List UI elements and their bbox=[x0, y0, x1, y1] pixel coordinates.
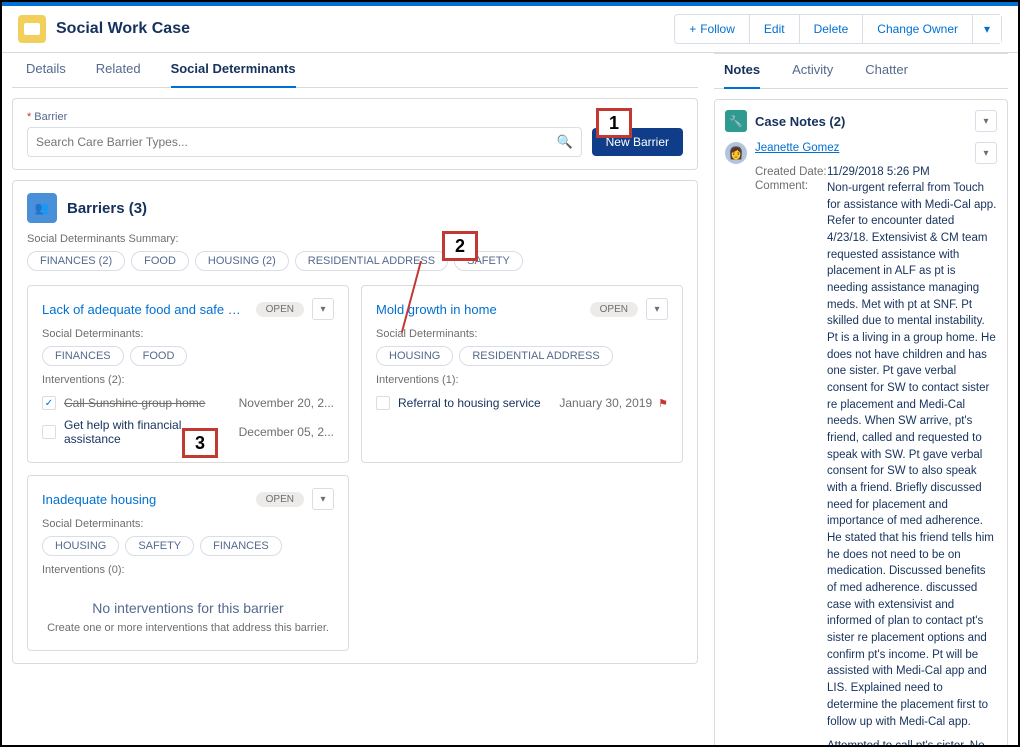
intervention-checkbox[interactable] bbox=[42, 396, 56, 410]
barrier-card: Mold growth in home OPEN Social Determin… bbox=[361, 285, 683, 463]
notes-icon: 🔧 bbox=[725, 110, 747, 132]
note-menu-button[interactable] bbox=[975, 142, 997, 164]
status-badge: OPEN bbox=[256, 302, 304, 317]
determinant-pill[interactable]: HOUSING bbox=[376, 346, 453, 366]
edit-button[interactable]: Edit bbox=[750, 15, 800, 43]
side-tab-notes[interactable]: Notes bbox=[724, 62, 760, 89]
case-note-item: 👩 Jeanette Gomez Created Date: 11/29/201… bbox=[725, 142, 997, 747]
intervention-checkbox[interactable] bbox=[376, 396, 390, 410]
intervention-checkbox[interactable] bbox=[42, 425, 56, 439]
determinant-pill[interactable]: FINANCES bbox=[200, 536, 282, 556]
record-header: Social Work Case +Follow Edit Delete Cha… bbox=[2, 6, 1018, 53]
summary-pill[interactable]: FOOD bbox=[131, 251, 189, 271]
intervention-row: Call Sunshine group home November 20, 2.… bbox=[42, 392, 334, 414]
barrier-card: Inadequate housing OPEN Social Determina… bbox=[27, 475, 349, 651]
barrier-menu-button[interactable] bbox=[312, 488, 334, 510]
summary-pill[interactable]: RESIDENTIAL ADDRESS bbox=[295, 251, 448, 271]
follow-button[interactable]: +Follow bbox=[675, 15, 750, 43]
intervention-date: December 05, 2... bbox=[239, 425, 334, 439]
created-date-value: 11/29/2018 5:26 PM bbox=[827, 166, 930, 178]
comment-text: Non-urgent referral from Touch for assis… bbox=[827, 180, 997, 747]
created-date-label: Created Date: bbox=[755, 166, 827, 178]
status-badge: OPEN bbox=[590, 302, 638, 317]
barrier-menu-button[interactable] bbox=[312, 298, 334, 320]
determinant-pill[interactable]: HOUSING bbox=[42, 536, 119, 556]
more-actions-button[interactable]: ▾ bbox=[973, 15, 1001, 43]
barrier-title-link[interactable]: Inadequate housing bbox=[42, 492, 248, 507]
side-tabs: Notes Activity Chatter bbox=[714, 53, 1008, 89]
tab-social-determinants[interactable]: Social Determinants bbox=[171, 61, 296, 88]
intervention-text: Referral to housing service bbox=[398, 396, 559, 410]
comment-label: Comment: bbox=[755, 180, 827, 747]
determinants-label: Social Determinants: bbox=[42, 518, 334, 530]
barrier-title-link[interactable]: Lack of adequate food and safe drinking … bbox=[42, 302, 248, 317]
no-interventions-title: No interventions for this barrier bbox=[42, 600, 334, 616]
header-actions: +Follow Edit Delete Change Owner ▾ bbox=[674, 14, 1002, 44]
summary-pills: FINANCES (2) FOOD HOUSING (2) RESIDENTIA… bbox=[27, 251, 683, 271]
status-badge: OPEN bbox=[256, 492, 304, 507]
intervention-text: Call Sunshine group home bbox=[64, 396, 239, 410]
barrier-label: *Barrier bbox=[27, 111, 683, 123]
side-tab-activity[interactable]: Activity bbox=[792, 62, 833, 88]
annotation-callout-2: 2 bbox=[442, 231, 478, 261]
delete-button[interactable]: Delete bbox=[800, 15, 864, 43]
search-icon: 🔍 bbox=[556, 134, 572, 150]
barriers-heading: Barriers (3) bbox=[67, 200, 147, 217]
case-notes-title: Case Notes (2) bbox=[755, 114, 967, 129]
main-tabs: Details Related Social Determinants bbox=[12, 53, 698, 88]
note-author-link[interactable]: Jeanette Gomez bbox=[755, 142, 839, 154]
barrier-search-box[interactable]: 🔍 bbox=[27, 127, 582, 157]
barriers-icon: 👥 bbox=[27, 193, 57, 223]
avatar-icon: 👩 bbox=[725, 142, 747, 164]
case-notes-card: 🔧 Case Notes (2) 👩 Jeanette Gomez Create… bbox=[714, 99, 1008, 747]
tab-related[interactable]: Related bbox=[96, 61, 141, 87]
flag-icon: ⚑ bbox=[658, 397, 668, 410]
determinant-pill[interactable]: SAFETY bbox=[125, 536, 194, 556]
intervention-date: November 20, 2... bbox=[239, 396, 334, 410]
no-interventions-sub: Create one or more interventions that ad… bbox=[42, 622, 334, 634]
summary-pill[interactable]: FINANCES (2) bbox=[27, 251, 125, 271]
barrier-search-input[interactable] bbox=[36, 135, 556, 149]
side-tab-chatter[interactable]: Chatter bbox=[865, 62, 908, 88]
determinants-label: Social Determinants: bbox=[42, 328, 334, 340]
page-title: Social Work Case bbox=[56, 20, 190, 38]
interventions-label: Interventions (2): bbox=[42, 374, 334, 386]
intervention-row: Referral to housing service January 30, … bbox=[376, 392, 668, 414]
interventions-label: Interventions (0): bbox=[42, 564, 334, 576]
determinants-label: Social Determinants: bbox=[376, 328, 668, 340]
record-type-icon bbox=[18, 15, 46, 43]
intervention-date: January 30, 2019 bbox=[559, 396, 652, 410]
barriers-card: 👥 Barriers (3) Social Determinants Summa… bbox=[12, 180, 698, 664]
interventions-label: Interventions (1): bbox=[376, 374, 668, 386]
barrier-menu-button[interactable] bbox=[646, 298, 668, 320]
change-owner-button[interactable]: Change Owner bbox=[863, 15, 973, 43]
notes-menu-button[interactable] bbox=[975, 110, 997, 132]
determinant-pill[interactable]: RESIDENTIAL ADDRESS bbox=[459, 346, 612, 366]
annotation-callout-3: 3 bbox=[182, 428, 218, 458]
determinant-pill[interactable]: FOOD bbox=[130, 346, 188, 366]
determinant-pill[interactable]: FINANCES bbox=[42, 346, 124, 366]
summary-pill[interactable]: HOUSING (2) bbox=[195, 251, 289, 271]
annotation-callout-1: 1 bbox=[596, 108, 632, 138]
tab-details[interactable]: Details bbox=[26, 61, 66, 87]
summary-label: Social Determinants Summary: bbox=[27, 233, 683, 245]
